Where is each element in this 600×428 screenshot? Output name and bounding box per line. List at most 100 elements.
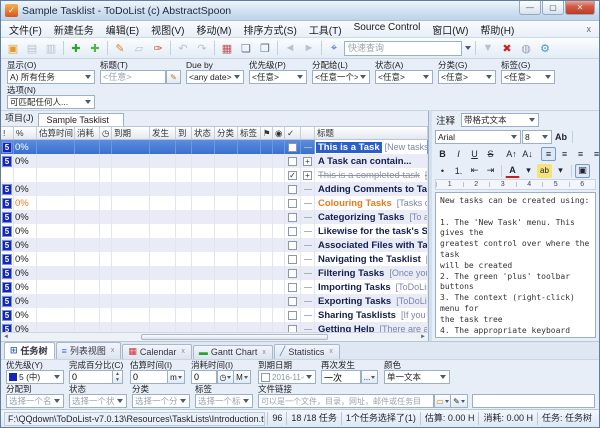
task-done-checkbox[interactable]: [288, 311, 297, 320]
allocto-select[interactable]: 选择一个名称: [6, 394, 64, 408]
italic-button[interactable]: I: [451, 147, 466, 161]
open-tasklist-icon[interactable]: ▣: [4, 40, 22, 57]
menu-tools[interactable]: 工具(T): [303, 21, 348, 38]
format-options-button[interactable]: ▣: [575, 164, 590, 178]
due-date-checkbox[interactable]: [261, 373, 270, 382]
scroll-right-icon[interactable]: ►: [418, 333, 428, 341]
tab-list-view[interactable]: ≡列表视图x: [56, 342, 122, 359]
filter-title-options-button[interactable]: ✎: [166, 70, 181, 84]
indent-button[interactable]: ⇥: [483, 164, 498, 178]
col-expand[interactable]: [301, 127, 315, 139]
edit-task-icon[interactable]: ✎: [111, 40, 129, 57]
task-done-checkbox[interactable]: [288, 325, 297, 333]
font-dialog-button[interactable]: Ab: [553, 130, 569, 144]
close-tab-icon[interactable]: x: [179, 348, 185, 355]
quick-search-dropdown-arrow[interactable]: [463, 42, 472, 54]
percent-input[interactable]: [69, 370, 113, 384]
highlight-arrow[interactable]: ▾: [553, 164, 568, 178]
align-right-button[interactable]: ≡: [573, 147, 588, 161]
col-est-time[interactable]: 估算时间: [37, 127, 75, 139]
scrollbar-track[interactable]: [11, 333, 418, 341]
col-category[interactable]: 分类: [215, 127, 238, 139]
task-row[interactable]: 50%This is a Task[New tasks can be creat…: [1, 140, 428, 154]
task-row[interactable]: 50%Categorizing Tasks[To add an category…: [1, 210, 428, 224]
est-time-input[interactable]: [130, 370, 168, 384]
filter-status-select[interactable]: <任意>: [375, 70, 433, 84]
font-color-button[interactable]: A: [505, 164, 520, 178]
task-done-checkbox[interactable]: [288, 185, 297, 194]
task-row[interactable]: 50%Colouring Tasks[Tasks can be colour c…: [1, 196, 428, 210]
recurrence-browse-button[interactable]: ...: [361, 370, 378, 384]
task-row[interactable]: 50%Getting Help[There are a number of re…: [1, 322, 428, 332]
close-tab-icon[interactable]: x: [109, 347, 115, 354]
menu-help[interactable]: 帮助(H): [474, 21, 520, 38]
col-to[interactable]: 到: [176, 127, 192, 139]
col-start[interactable]: 发生: [150, 127, 176, 139]
underline-button[interactable]: U: [467, 147, 482, 161]
color-select[interactable]: 单一文本: [384, 370, 450, 384]
task-row[interactable]: 50%Adding Comments to Tasks[Comments are…: [1, 182, 428, 196]
maximize-tasklist-icon[interactable]: ❏: [237, 40, 255, 57]
tab-task-tree[interactable]: ⊞任务树: [4, 342, 55, 359]
col-timetrack-clock-icon[interactable]: ◷: [100, 127, 112, 139]
spent-time-input[interactable]: [191, 370, 217, 384]
menu-view[interactable]: 视图(V): [145, 21, 190, 38]
filelink-input[interactable]: [258, 394, 434, 408]
preferences-gear-icon[interactable]: ⚙: [536, 40, 554, 57]
shrink-font-button[interactable]: A↓: [520, 147, 535, 161]
col-due[interactable]: 到期: [112, 127, 150, 139]
priority-select[interactable]: 5 (中): [6, 370, 64, 384]
find-tasks-icon[interactable]: ⌖: [325, 40, 343, 57]
numbered-list-button[interactable]: 1.: [451, 164, 466, 178]
task-row[interactable]: 50%Likewise for the task's Status, Alloc…: [1, 224, 428, 238]
expand-plus-icon[interactable]: +: [303, 157, 312, 166]
quick-search-input[interactable]: [344, 41, 462, 56]
menu-file[interactable]: 文件(F): [3, 21, 48, 38]
align-left-button[interactable]: ≡: [541, 147, 556, 161]
menu-window[interactable]: 窗口(W): [426, 21, 474, 38]
menu-sort[interactable]: 排序方式(S): [237, 21, 302, 38]
task-done-checkbox[interactable]: [288, 199, 297, 208]
filelink-browse-button[interactable]: ▭: [434, 394, 451, 408]
task-done-checkbox[interactable]: [288, 283, 297, 292]
task-row[interactable]: 50%Sharing Tasklists[If you want to coll…: [1, 308, 428, 322]
close-tab-icon[interactable]: x: [327, 348, 333, 355]
font-size-select[interactable]: 8: [522, 130, 552, 144]
filter-options-select[interactable]: 可匹配任何人...: [7, 95, 95, 109]
task-row[interactable]: 50%Importing Tasks[ToDoList is able to i…: [1, 280, 428, 294]
comments-format-select[interactable]: 带格式文本: [461, 113, 539, 127]
task-row[interactable]: 50%Filtering Tasks[Once you have been wo…: [1, 266, 428, 280]
status-select[interactable]: 选择一个状态: [69, 394, 127, 408]
tag-select[interactable]: 选择一个标签: [195, 394, 253, 408]
task-row[interactable]: 50%Navigating the Tasklist[ToDoList can …: [1, 252, 428, 266]
task-row[interactable]: 50%+A Task can contain...: [1, 154, 428, 168]
font-name-select[interactable]: Arial: [435, 130, 521, 144]
password-lock-icon[interactable]: ◍: [517, 40, 535, 57]
strikethrough-button[interactable]: S: [483, 147, 498, 161]
align-justify-button[interactable]: ≡: [589, 147, 600, 161]
filter-tag-select[interactable]: <任意>: [501, 70, 555, 84]
close-button[interactable]: ✕: [565, 1, 595, 15]
col-tags[interactable]: 标签: [238, 127, 261, 139]
filter-category-select[interactable]: <任意>: [438, 70, 496, 84]
filter-priority-select[interactable]: <任意>: [249, 70, 307, 84]
task-done-checkbox[interactable]: [288, 157, 297, 166]
task-done-checkbox[interactable]: [288, 241, 297, 250]
menu-source-control[interactable]: Source Control: [348, 21, 427, 38]
task-done-checkbox[interactable]: ✓: [288, 171, 297, 180]
tab-calendar[interactable]: ▦Calendarx: [122, 344, 192, 359]
new-task-icon[interactable]: ✚: [67, 40, 85, 57]
priority-color-icon[interactable]: ▦: [218, 40, 236, 57]
grow-font-button[interactable]: A↑: [504, 147, 519, 161]
minimize-button[interactable]: —: [519, 1, 541, 15]
menu-new-task[interactable]: 新建任务: [48, 21, 100, 38]
task-done-checkbox[interactable]: [288, 213, 297, 222]
menu-move[interactable]: 移动(M): [190, 21, 237, 38]
close-tab-icon[interactable]: x: [260, 349, 266, 356]
task-done-checkbox[interactable]: [288, 143, 297, 152]
menubar-close-icon[interactable]: x: [581, 24, 598, 34]
filter-title-input[interactable]: [100, 70, 166, 84]
filelink-edit-button[interactable]: ✎: [451, 394, 468, 408]
filter-allocto-select[interactable]: <任意一个>: [312, 70, 370, 84]
font-color-arrow[interactable]: ▾: [521, 164, 536, 178]
